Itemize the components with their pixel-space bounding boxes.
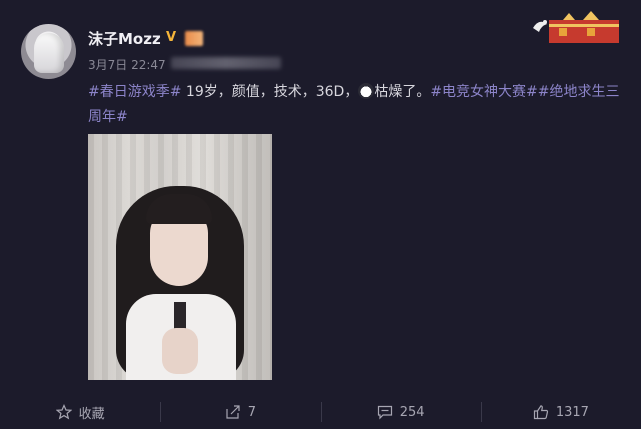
repost-button[interactable]: 7 bbox=[160, 395, 320, 429]
author-name[interactable]: 沫子Mozz bbox=[88, 28, 161, 49]
comment-count: 254 bbox=[399, 404, 425, 420]
post-device-blurred bbox=[171, 57, 281, 69]
weibo-post-card: 沫子Mozz V 3月7日 22:47 #春日游戏季# 19岁，颜值，技术，36… bbox=[0, 0, 641, 429]
post-photo[interactable] bbox=[88, 134, 272, 380]
topic-link[interactable]: #电竞女神大赛# bbox=[430, 84, 537, 100]
post-text: #春日游戏季# 19岁，颜值，技术，36D， 枯燥了。#电竞女神大赛##绝地求生三… bbox=[88, 80, 633, 130]
photo-hand bbox=[162, 328, 198, 374]
like-button[interactable]: 1317 bbox=[480, 395, 641, 429]
topic-link[interactable]: #春日游戏季# bbox=[88, 84, 181, 100]
comment-button[interactable]: 254 bbox=[320, 395, 481, 429]
level-badge-icon[interactable] bbox=[185, 31, 203, 46]
favorite-button[interactable]: 收藏 bbox=[0, 395, 160, 429]
comment-icon bbox=[377, 405, 392, 420]
action-bar: 收藏 7 254 1317 bbox=[0, 395, 641, 429]
vip-badge-icon[interactable]: V bbox=[166, 31, 179, 44]
avatar[interactable] bbox=[21, 24, 76, 79]
emoji-icon bbox=[358, 83, 375, 99]
repost-count: 7 bbox=[247, 404, 257, 420]
avatar-figure bbox=[34, 33, 64, 73]
star-icon bbox=[55, 404, 72, 420]
thumbs-up-icon bbox=[533, 405, 548, 420]
like-count: 1317 bbox=[555, 404, 589, 420]
photo-bangs bbox=[146, 194, 212, 224]
favorite-label: 收藏 bbox=[78, 406, 105, 422]
post-text-segment: 19岁，颜值，技术，36D， bbox=[181, 84, 359, 100]
post-text-segment: 枯燥了。 bbox=[374, 84, 431, 100]
decorative-stamp-icon bbox=[533, 11, 619, 43]
repost-icon bbox=[226, 405, 240, 419]
post-time[interactable]: 3月7日 22:47 bbox=[88, 56, 166, 73]
